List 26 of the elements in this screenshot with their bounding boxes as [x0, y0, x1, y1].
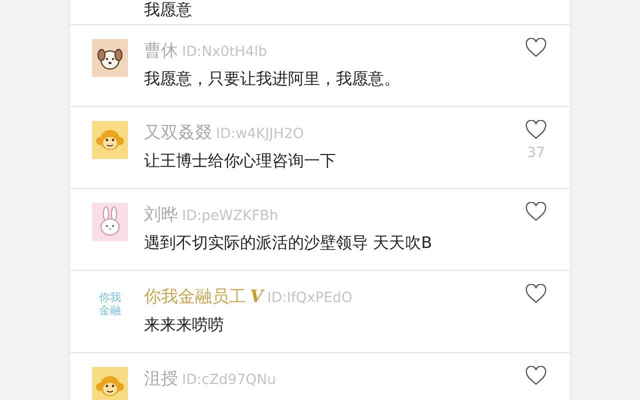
- heart-icon[interactable]: [525, 366, 547, 386]
- avatar[interactable]: 你我 金融: [92, 285, 128, 323]
- user-id: ID:peWZKFBh: [182, 208, 278, 224]
- heart-icon[interactable]: [525, 120, 547, 140]
- user-id: ID:IfQxPEdO: [267, 290, 352, 306]
- avatar[interactable]: [92, 39, 128, 77]
- comment-text: 我愿意，只要让我进阿里，我愿意。: [144, 69, 401, 90]
- heart-icon[interactable]: [525, 284, 547, 304]
- avatar-text: 金融: [99, 304, 121, 317]
- user-id: ID:Nx0tH4lb: [182, 44, 267, 60]
- comment-text: 让王博士给你心理咨询一下: [144, 151, 337, 172]
- user-name[interactable]: 刘晔: [144, 203, 178, 226]
- user-name[interactable]: 曹休: [144, 39, 178, 62]
- comment-text: 我愿意: [144, 0, 193, 20]
- comment-text: 来来来唠唠: [144, 315, 225, 336]
- user-name[interactable]: 又双叒叕: [144, 121, 212, 144]
- comment-text: 遇到不切实际的派活的沙壁领导 天天吹B: [144, 233, 434, 254]
- user-id: ID:w4KJJH2O: [216, 126, 304, 142]
- heart-icon[interactable]: [525, 38, 547, 58]
- user-name[interactable]: 沮授: [144, 367, 178, 390]
- heart-icon[interactable]: [525, 202, 547, 222]
- user-name[interactable]: 你我金融员工: [144, 285, 246, 308]
- user-id: ID:cZd97QNu: [182, 372, 276, 388]
- verified-mark: V: [250, 287, 264, 307]
- like-count: 37: [527, 145, 545, 161]
- avatar-text: 你我: [99, 291, 121, 304]
